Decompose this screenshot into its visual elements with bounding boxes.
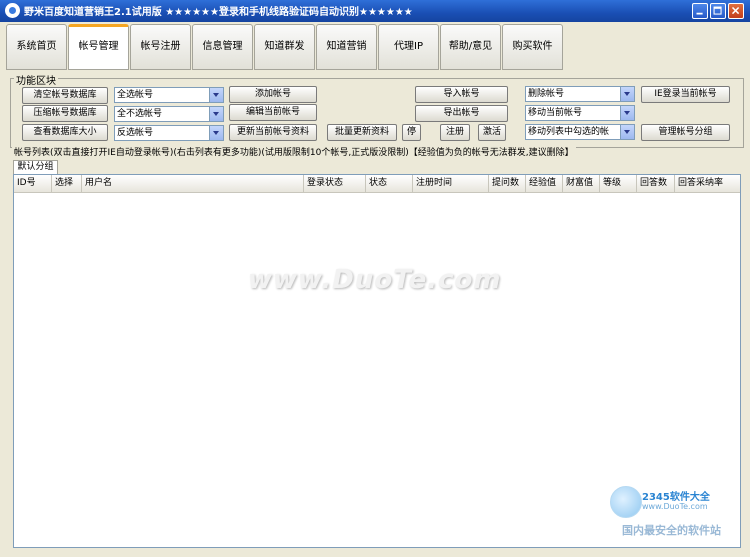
tab-proxy-ip[interactable]: 代理IP bbox=[378, 24, 439, 70]
chevron-down-icon[interactable] bbox=[209, 88, 223, 102]
clear-db-button[interactable]: 清空帐号数据库 bbox=[22, 87, 108, 104]
tab-buy-software[interactable]: 购买软件 bbox=[502, 24, 563, 70]
column-header-level[interactable]: 等级 bbox=[600, 175, 637, 192]
chevron-down-icon[interactable] bbox=[620, 125, 634, 139]
chevron-down-icon[interactable] bbox=[620, 87, 634, 101]
minimize-button[interactable] bbox=[692, 3, 708, 19]
invert-selection-value: 反选帐号 bbox=[117, 128, 154, 138]
column-header-question-count[interactable]: 提问数 bbox=[489, 175, 526, 192]
chevron-down-icon[interactable] bbox=[620, 106, 634, 120]
ie-login-button[interactable]: IE登录当前帐号 bbox=[641, 86, 730, 103]
column-header-login-status[interactable]: 登录状态 bbox=[304, 175, 366, 192]
logo-mascot-icon bbox=[610, 486, 642, 518]
column-header-wealth[interactable]: 财富值 bbox=[563, 175, 600, 192]
watermark-text: www.DuoTe.com bbox=[248, 265, 502, 295]
compress-db-button[interactable]: 压缩帐号数据库 bbox=[22, 105, 108, 122]
edit-account-button[interactable]: 编辑当前帐号 bbox=[229, 104, 317, 121]
chevron-down-icon[interactable] bbox=[209, 126, 223, 140]
manage-groups-button[interactable]: 管理帐号分组 bbox=[641, 124, 730, 141]
delete-account-value: 删除帐号 bbox=[528, 89, 565, 99]
import-accounts-button[interactable]: 导入帐号 bbox=[415, 86, 508, 103]
move-checked-value: 移动列表中勾选的帐 bbox=[528, 127, 610, 137]
move-checked-dropdown[interactable]: 移动列表中勾选的帐 bbox=[525, 124, 635, 140]
logo-url: www.DuoTe.com bbox=[642, 502, 708, 511]
account-list-caption: 帐号列表(双击直接打开IE自动登录帐号)(右击列表有更多功能)(试用版限制10个… bbox=[12, 145, 576, 158]
column-header-select[interactable]: 选择 bbox=[52, 175, 82, 192]
minimize-icon bbox=[696, 12, 703, 15]
tab-info-management[interactable]: 信息管理 bbox=[192, 24, 253, 70]
site-logo: 2345软件大全 www.DuoTe.com 国内最安全的软件站 bbox=[602, 482, 742, 542]
function-area-title: 功能区块 bbox=[14, 72, 58, 87]
tab-zhidao-marketing[interactable]: 知道营销 bbox=[316, 24, 377, 70]
column-header-experience[interactable]: 经验值 bbox=[526, 175, 563, 192]
column-header-register-time[interactable]: 注册时间 bbox=[413, 175, 489, 192]
chevron-down-icon[interactable] bbox=[209, 107, 223, 121]
maximize-icon bbox=[713, 6, 722, 15]
update-account-button[interactable]: 更新当前帐号资料 bbox=[229, 124, 317, 141]
select-none-dropdown[interactable]: 全不选帐号 bbox=[114, 106, 224, 122]
move-current-dropdown[interactable]: 移动当前帐号 bbox=[525, 105, 635, 121]
column-header-status[interactable]: 状态 bbox=[366, 175, 413, 192]
add-account-button[interactable]: 添加帐号 bbox=[229, 86, 317, 103]
tab-account-register[interactable]: 帐号注册 bbox=[130, 24, 191, 70]
tab-zhidao-mass-post[interactable]: 知道群发 bbox=[254, 24, 315, 70]
maximize-button[interactable] bbox=[710, 3, 726, 19]
export-accounts-button[interactable]: 导出帐号 bbox=[415, 105, 508, 122]
activate-button[interactable]: 激活 bbox=[478, 124, 506, 141]
register-button[interactable]: 注册 bbox=[440, 124, 470, 141]
column-header-answer-count[interactable]: 回答数 bbox=[637, 175, 675, 192]
view-db-size-button[interactable]: 查看数据库大小 bbox=[22, 124, 108, 141]
tab-home[interactable]: 系统首页 bbox=[6, 24, 67, 70]
delete-account-dropdown[interactable]: 删除帐号 bbox=[525, 86, 635, 102]
column-header-adoption-rate[interactable]: 回答采纳率 bbox=[675, 175, 740, 192]
move-current-value: 移动当前帐号 bbox=[528, 108, 583, 118]
tab-account-management[interactable]: 帐号管理 bbox=[68, 24, 129, 70]
stop-button[interactable]: 停 bbox=[402, 124, 421, 141]
close-icon bbox=[731, 6, 740, 15]
window-title: 野米百度知道营销王2.1试用版 ★★★★★★登录和手机线路验证码自动识别★★★★… bbox=[24, 7, 413, 18]
close-button[interactable] bbox=[728, 3, 744, 19]
logo-brand: 2345软件大全 bbox=[642, 492, 710, 503]
invert-selection-dropdown[interactable]: 反选帐号 bbox=[114, 125, 224, 141]
tab-default-group[interactable]: 默认分组 bbox=[13, 160, 58, 175]
main-tabbar: 系统首页 帐号管理 帐号注册 信息管理 知道群发 知道营销 代理IP 帮助/意见… bbox=[4, 24, 746, 72]
listview-header: ID号 选择 用户名 登录状态 状态 注册时间 提问数 经验值 财富值 等级 回… bbox=[14, 175, 740, 193]
tab-help-feedback[interactable]: 帮助/意见 bbox=[440, 24, 501, 70]
select-all-value: 全选帐号 bbox=[117, 90, 154, 100]
select-all-dropdown[interactable]: 全选帐号 bbox=[114, 87, 224, 103]
logo-slogan: 国内最安全的软件站 bbox=[622, 524, 721, 537]
column-header-username[interactable]: 用户名 bbox=[82, 175, 304, 192]
app-icon bbox=[5, 3, 20, 18]
batch-update-button[interactable]: 批量更新资料 bbox=[327, 124, 397, 141]
select-none-value: 全不选帐号 bbox=[117, 109, 163, 119]
column-header-id[interactable]: ID号 bbox=[14, 175, 52, 192]
title-bar[interactable]: 野米百度知道营销王2.1试用版 ★★★★★★登录和手机线路验证码自动识别★★★★… bbox=[0, 0, 750, 22]
